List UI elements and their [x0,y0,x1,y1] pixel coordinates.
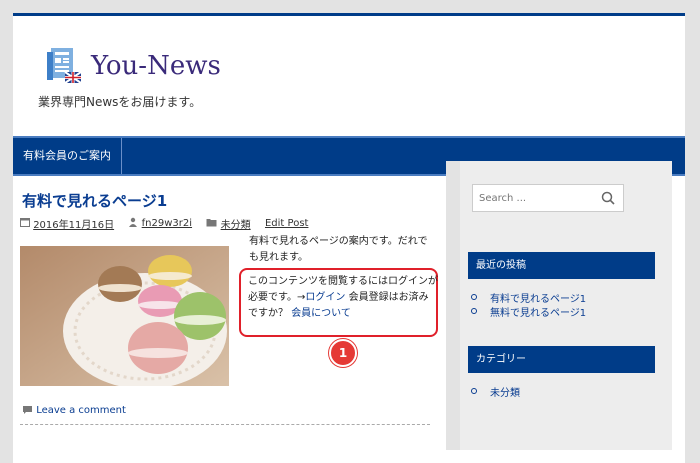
post-meta: 2016年11月16日 fn29w3r2i 未分類 Edit Post [20,216,308,231]
membership-info-link[interactable]: 会員について [291,308,351,319]
comment-icon [23,406,32,414]
step-number-badge: 1 [329,339,357,367]
author-icon [128,217,138,230]
post-author-link[interactable]: fn29w3r2i [142,218,192,229]
recent-posts-list: 有料で見れるページ1 無料で見れるページ1 [468,290,655,319]
search-input[interactable] [479,189,589,207]
macaron-photo [20,246,229,386]
calendar-icon [20,217,30,230]
top-accent-bar [13,13,685,16]
newspaper-logo-icon[interactable] [45,46,85,86]
restricted-content-notice: このコンテンツを閲覧するにはログインが必要です。→ログイン 会員登録はお済みです… [248,274,438,322]
nav-item-membership[interactable]: 有料会員のご案内 [13,138,122,174]
post-date-link[interactable]: 2016年11月16日 [33,216,114,231]
leave-comment-link[interactable]: Leave a comment [22,405,126,416]
post-title[interactable]: 有料で見れるページ1 [22,190,167,211]
recent-post-item[interactable]: 無料で見れるページ1 [468,304,655,319]
recent-post-item[interactable]: 有料で見れるページ1 [468,290,655,305]
site-title[interactable]: You-News [91,51,221,81]
categories-list: 未分類 [468,384,655,399]
search-icon[interactable] [601,191,615,205]
folder-icon [206,217,217,230]
edit-post-link[interactable]: Edit Post [265,218,308,229]
login-link[interactable]: ログイン [305,292,345,303]
post-intro: 有料で見れるページの案内です。だれでも見れます。 [249,236,428,263]
leave-comment-label[interactable]: Leave a comment [36,405,126,416]
post-divider [20,424,430,425]
recent-posts-title: 最近の投稿 [468,252,655,279]
search-form [472,184,624,212]
category-item[interactable]: 未分類 [468,384,655,399]
post-category-link[interactable]: 未分類 [221,216,251,231]
column-gap [446,161,460,450]
site-tagline: 業界専門Newsをお届けます。 [38,95,202,109]
categories-title: カテゴリー [468,346,655,373]
